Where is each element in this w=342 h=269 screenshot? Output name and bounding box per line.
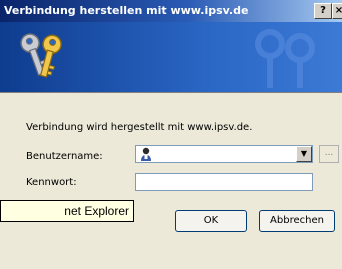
taskbar-tooltip: net Explorer (0, 200, 134, 222)
title-bar[interactable]: Verbindung herstellen mit www.ipsv.de ? … (0, 0, 342, 22)
ok-button[interactable]: OK (175, 210, 247, 232)
browse-button[interactable]: ... (319, 145, 339, 163)
keys-icon (20, 33, 62, 78)
user-icon (141, 147, 151, 161)
help-button[interactable]: ? (314, 3, 332, 19)
cancel-button[interactable]: Abbrechen (259, 210, 335, 232)
login-dialog: Verbindung herstellen mit www.ipsv.de ? … (0, 0, 342, 269)
password-field[interactable] (135, 173, 313, 191)
connection-info-text: Verbindung wird hergestellt mit www.ipsv… (26, 122, 253, 133)
header-banner (0, 22, 342, 92)
dialog-body: Verbindung wird hergestellt mit www.ipsv… (0, 93, 342, 269)
password-label: Kennwort: (26, 177, 77, 188)
chevron-down-icon[interactable]: ▼ (296, 146, 312, 162)
close-button[interactable]: × (332, 3, 342, 19)
dialog-title: Verbindung herstellen mit www.ipsv.de (4, 4, 249, 17)
username-combobox[interactable]: ▼ (135, 145, 313, 163)
banner-watermark-icon (255, 29, 315, 88)
username-label: Benutzername: (26, 151, 103, 162)
tooltip-text: net Explorer (64, 204, 129, 218)
